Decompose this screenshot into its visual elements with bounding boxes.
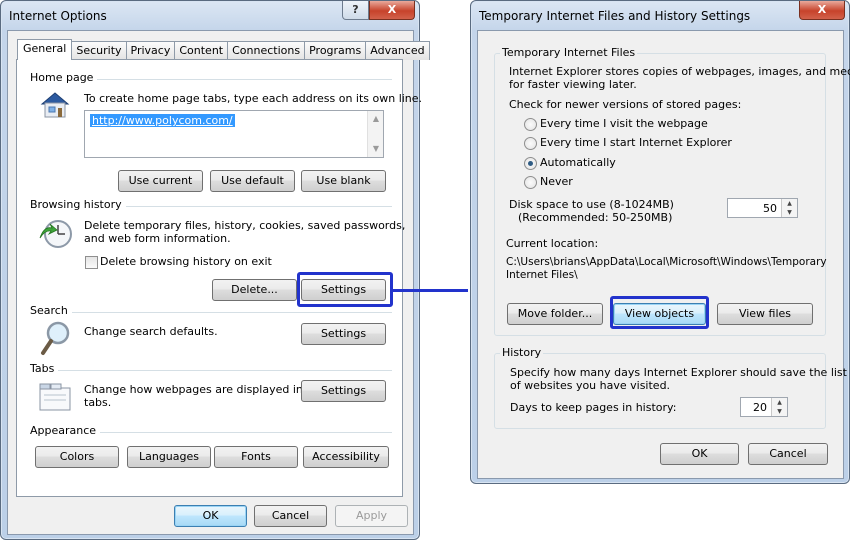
spin-up-icon[interactable]: ▲: [782, 199, 797, 208]
history-clock-icon: [38, 218, 74, 253]
temp-files-group: [494, 53, 826, 336]
browsing-history-heading: Browsing history: [30, 198, 126, 211]
search-description: Change search defaults.: [84, 325, 218, 338]
tabs-description-line2: tabs.: [84, 396, 112, 409]
title-bar[interactable]: Internet Options ? X: [1, 1, 419, 31]
browsing-history-description-line2: and web form information.: [84, 232, 231, 245]
temp-files-description-line1: Internet Explorer stores copies of webpa…: [509, 65, 850, 78]
cancel-button[interactable]: Cancel: [254, 505, 327, 527]
tabs-window-icon: [38, 382, 72, 415]
title-bar-2[interactable]: Temporary Internet Files and History Set…: [471, 1, 849, 31]
radio-every-start-label[interactable]: Every time I start Internet Explorer: [540, 136, 732, 149]
radio-automatically[interactable]: [524, 157, 537, 170]
delete-on-exit-label[interactable]: Delete browsing history on exit: [100, 255, 272, 268]
radio-never[interactable]: [524, 176, 537, 189]
days-spin-up-icon[interactable]: ▲: [772, 398, 787, 407]
tab-connections[interactable]: Connections: [227, 41, 306, 60]
disk-space-spin-arrows[interactable]: ▲ ▼: [781, 199, 797, 217]
use-default-button[interactable]: Use default: [210, 170, 295, 192]
spin-down-icon[interactable]: ▼: [782, 208, 797, 217]
history-description-line2: of websites you have visited.: [510, 379, 671, 392]
apply-button[interactable]: Apply: [335, 505, 408, 527]
colors-button[interactable]: Colors: [35, 446, 119, 468]
tab-content[interactable]: Content: [174, 41, 229, 60]
temp-files-heading: Temporary Internet Files: [500, 46, 638, 59]
days-to-keep-label: Days to keep pages in history:: [510, 401, 677, 414]
history-description-line1: Specify how many days Internet Explorer …: [510, 366, 847, 379]
home-page-url[interactable]: http://www.polycom.com/: [90, 114, 235, 127]
view-objects-highlight: [610, 296, 709, 329]
radio-every-visit[interactable]: [524, 118, 537, 131]
tab-privacy[interactable]: Privacy: [125, 41, 176, 60]
window-title: Internet Options: [9, 9, 107, 23]
tab-security[interactable]: Security: [71, 41, 127, 60]
tabs-description-line1: Change how webpages are displayed in: [84, 383, 303, 396]
days-to-keep-value[interactable]: 20: [753, 401, 767, 414]
days-spin-arrows[interactable]: ▲ ▼: [771, 398, 787, 416]
home-page-description: To create home page tabs, type each addr…: [84, 92, 423, 105]
check-newer-label: Check for newer versions of stored pages…: [509, 98, 742, 111]
view-files-button[interactable]: View files: [717, 303, 813, 325]
browsing-history-description-line1: Delete temporary files, history, cookies…: [84, 219, 406, 232]
search-heading: Search: [30, 304, 72, 317]
tabs-heading: Tabs: [30, 362, 59, 375]
window-title-2: Temporary Internet Files and History Set…: [479, 9, 751, 23]
delete-on-exit-checkbox[interactable]: [85, 256, 98, 269]
appearance-heading: Appearance: [30, 424, 101, 437]
current-location-path-line2: Internet Files\: [506, 269, 578, 281]
move-folder-button[interactable]: Move folder...: [507, 303, 603, 325]
days-spin-down-icon[interactable]: ▼: [772, 407, 787, 416]
current-location-path-line1: C:\Users\brians\AppData\Local\Microsoft\…: [506, 256, 827, 268]
tabs-settings-button[interactable]: Settings: [301, 380, 386, 402]
magnifier-icon: [40, 320, 72, 359]
use-blank-button[interactable]: Use blank: [301, 170, 386, 192]
disk-space-label-line1: Disk space to use (8-1024MB): [509, 198, 674, 211]
disk-space-label-line2: (Recommended: 50-250MB): [518, 211, 673, 224]
close-button[interactable]: X: [369, 1, 415, 20]
url-box-scrollbar[interactable]: ▲ ▼: [367, 111, 383, 157]
ok-button[interactable]: OK: [174, 505, 247, 527]
radio-every-visit-label[interactable]: Every time I visit the webpage: [540, 117, 708, 130]
disk-space-value[interactable]: 50: [763, 202, 777, 215]
temp-cancel-button[interactable]: Cancel: [748, 443, 828, 465]
accessibility-button[interactable]: Accessibility: [303, 446, 389, 468]
days-to-keep-stepper[interactable]: 20 ▲ ▼: [740, 397, 788, 417]
home-page-heading: Home page: [30, 71, 98, 84]
tab-strip: General Security Privacy Content Connect…: [17, 39, 430, 60]
delete-history-button[interactable]: Delete...: [212, 279, 297, 301]
help-button[interactable]: ?: [342, 1, 369, 20]
temp-ok-button[interactable]: OK: [660, 443, 739, 465]
tabs-divider: [30, 370, 392, 371]
fonts-button[interactable]: Fonts: [214, 446, 298, 468]
search-settings-button[interactable]: Settings: [301, 323, 386, 345]
scroll-up-icon[interactable]: ▲: [368, 111, 384, 127]
close-button-2[interactable]: X: [799, 1, 845, 20]
search-divider: [30, 312, 392, 313]
scroll-down-icon[interactable]: ▼: [368, 141, 384, 157]
disk-space-stepper[interactable]: 50 ▲ ▼: [727, 198, 798, 218]
radio-every-start[interactable]: [524, 137, 537, 150]
home-page-url-box[interactable]: http://www.polycom.com/ ▲ ▼: [84, 110, 384, 158]
radio-automatically-label[interactable]: Automatically: [540, 156, 616, 169]
tab-general[interactable]: General: [17, 39, 73, 60]
current-location-label: Current location:: [506, 237, 599, 250]
history-heading: History: [500, 346, 544, 359]
languages-button[interactable]: Languages: [127, 446, 211, 468]
settings-button-highlight: [297, 272, 393, 307]
home-icon: [38, 90, 72, 123]
tab-programs[interactable]: Programs: [304, 41, 367, 60]
radio-never-label[interactable]: Never: [540, 175, 573, 188]
use-current-button[interactable]: Use current: [118, 170, 203, 192]
highlight-connector-line: [392, 289, 468, 292]
tab-advanced[interactable]: Advanced: [365, 41, 430, 60]
temp-files-description-line2: for faster viewing later.: [509, 78, 637, 91]
